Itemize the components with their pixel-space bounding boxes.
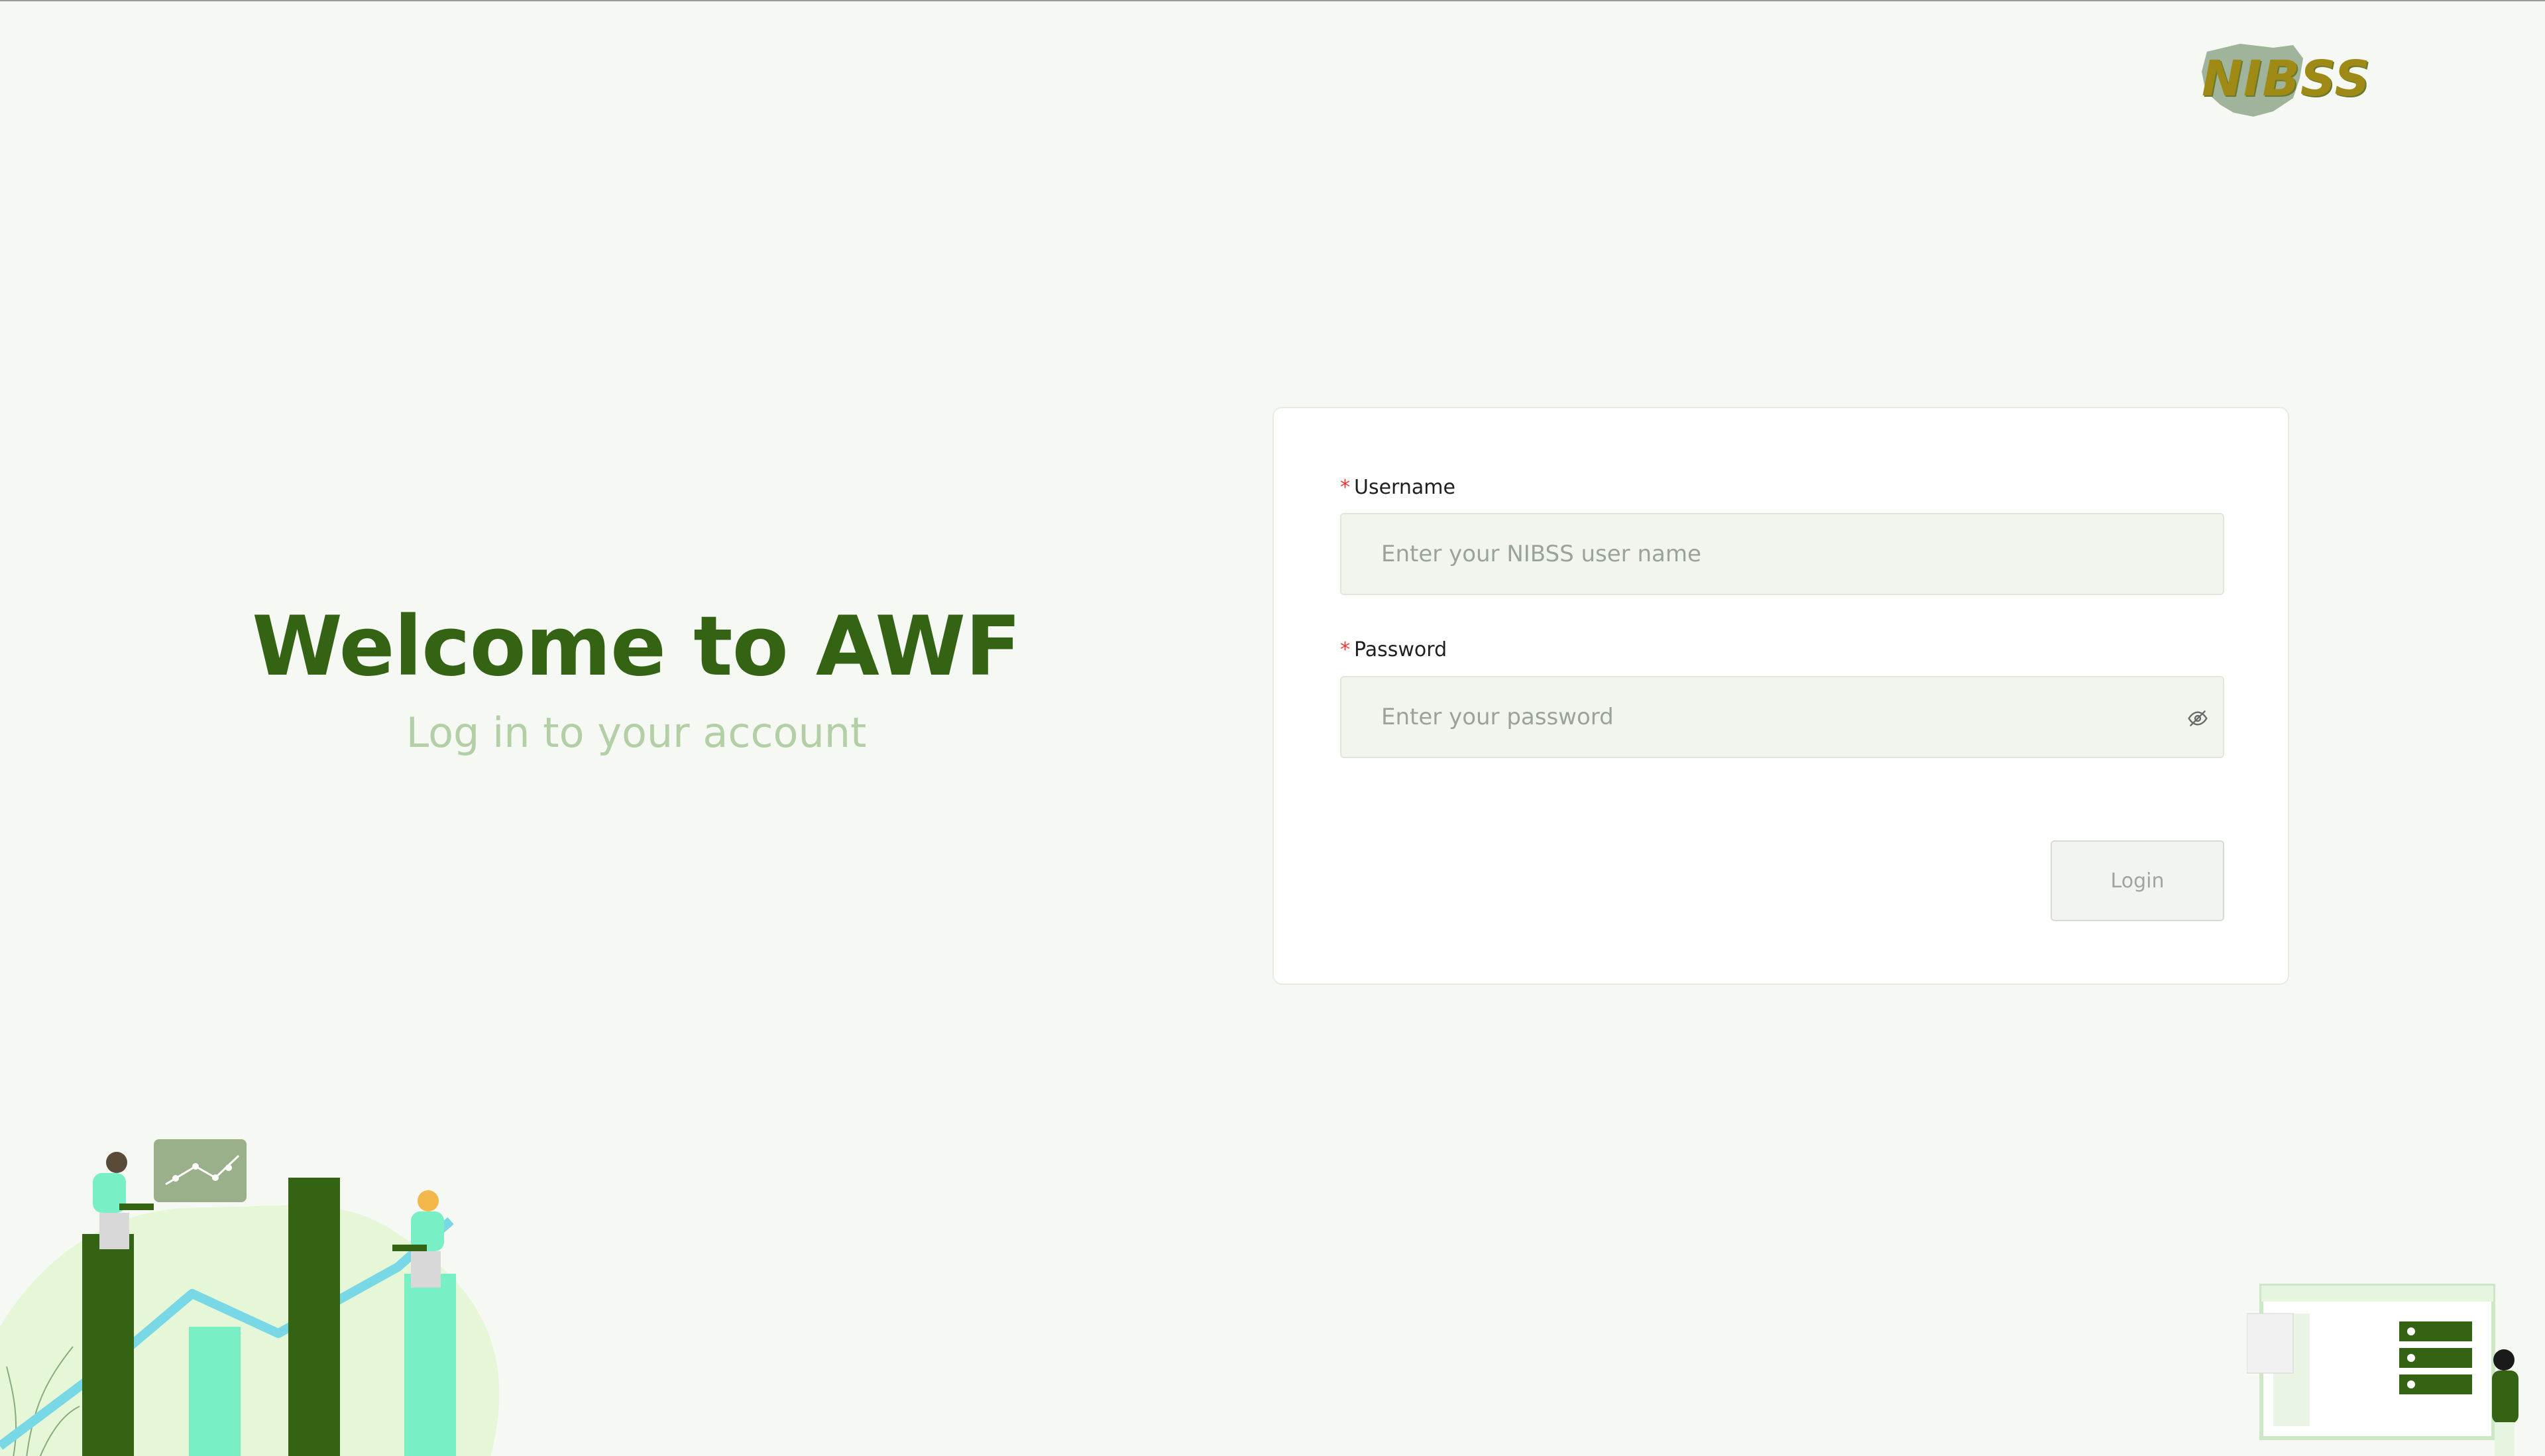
- analytics-illustration: [0, 1139, 500, 1456]
- password-input[interactable]: [1341, 677, 2223, 757]
- welcome-title: Welcome to AWF: [252, 599, 1021, 695]
- login-card: *Username *Password Login: [1272, 407, 2289, 985]
- required-marker: *: [1340, 476, 1350, 499]
- logo-text: NIBSS: [2202, 50, 2371, 107]
- password-field-wrapper: [1340, 676, 2224, 758]
- password-label: * Password: [1340, 638, 1447, 661]
- welcome-subtitle: Log in to your account: [406, 708, 867, 757]
- password-label-text: Password: [1354, 638, 1447, 661]
- dashboard-illustration: [2247, 1284, 2518, 1456]
- username-field-wrapper: [1340, 513, 2224, 595]
- eye-slash-icon[interactable]: [2187, 708, 2208, 729]
- login-button[interactable]: Login: [2051, 840, 2224, 921]
- username-label-text: Username: [1354, 476, 1455, 499]
- login-page: NIBSS Welcome to AWF Log in to your acco…: [0, 0, 2545, 1456]
- username-label: * Username: [1340, 476, 1455, 499]
- username-input[interactable]: [1341, 514, 2223, 594]
- required-marker: *: [1340, 638, 1350, 661]
- nibss-logo: NIBSS: [2194, 38, 2370, 125]
- welcome-section: Welcome to AWF Log in to your account: [252, 598, 1021, 757]
